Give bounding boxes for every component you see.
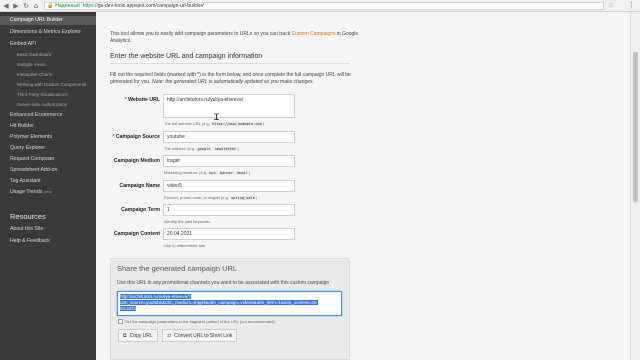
copy-url-button[interactable]: ⧉ Copy URL [118, 329, 158, 342]
sidebar-item-campaign-url-builder[interactable]: Campaign URL Builder [0, 16, 96, 25]
copy-url-label: Copy URL [129, 332, 153, 339]
campaign-content-input[interactable]: 20.04.2021 [163, 228, 295, 240]
campaign-term-hint: Identify the paid keywords [164, 219, 211, 224]
sidebar-subitem-multiple-views[interactable]: Multiple Views [0, 61, 96, 70]
fragment-checkbox-label: Set the campaign parameters in the fragm… [125, 319, 276, 324]
form-description-line1: Fill out the required fields (marked wit… [110, 72, 351, 78]
back-icon[interactable]: ◀ [2, 2, 10, 10]
share-description: Use this URL in any promotional channels… [117, 280, 330, 286]
sidebar-item-polymer-elements[interactable]: Polymer Elements [0, 133, 96, 142]
sidebar-item-dimensions-metrics-explorer[interactable]: Dimensions & Metrics Explorer [0, 28, 96, 37]
secure-label: Надежный [55, 3, 80, 9]
intro-text-part2: in Google [336, 31, 359, 37]
link-icon: ⇄ [167, 332, 172, 339]
campaign-medium-label: Campaign Medium [113, 158, 160, 164]
sidebar-subitem-server-side-authorization[interactable]: Server-side Authorization [0, 101, 96, 110]
sidebar-item-label: Usage Trends [10, 189, 43, 195]
intro-text-part1: This tool allows you to easily add campa… [110, 31, 291, 37]
generated-url-line2: utm_source=youtube&utm_medium=traget&utm… [120, 300, 318, 305]
text-cursor-icon: Ɪ [214, 113, 220, 123]
sidebar-subitem-interactive-charts[interactable]: Interactive Charts [0, 71, 96, 80]
lock-icon: 🔒 [47, 3, 54, 9]
copy-icon: ⧉ [123, 332, 127, 339]
generated-url-line3: 04.2021 [120, 306, 137, 311]
campaign-name-hint: Product, promo code, or slogan (e.g. spr… [164, 195, 258, 200]
scrollbar-thumb[interactable] [633, 52, 638, 202]
home-icon[interactable]: ⌂ [32, 2, 40, 10]
campaign-name-label: Campaign Name [119, 183, 160, 189]
sidebar-subitem-third-party-visualizations[interactable]: Third Party Visualizations [0, 91, 96, 100]
sidebar-item-tag-assistant[interactable]: Tag Assistant [0, 177, 96, 186]
menu-icon[interactable]: ⋮ [628, 1, 635, 9]
sidebar-subitem-basic-dashboard[interactable]: Basic Dashboard [0, 51, 96, 60]
url-scheme: https:// [82, 3, 98, 9]
form-description-note: Note: the generated URL is automatically… [151, 79, 314, 85]
website-url-label: * Website URL [124, 97, 160, 103]
campaign-term-input[interactable]: 1 [163, 204, 295, 216]
reload-icon[interactable]: ↻ [22, 2, 30, 10]
url-text: ga-dev-tools.appspot.com/campaign-url-bu… [97, 3, 204, 9]
intro-text-line2: Analytics. [110, 38, 132, 44]
address-bar[interactable]: 🔒 Надежный https:// ga-dev-tools.appspot… [44, 2, 604, 10]
campaign-content-label: Campaign Content [113, 231, 160, 237]
sidebar-item-enhanced-ecommerce[interactable]: Enhanced Ecommerce [0, 111, 96, 120]
campaign-medium-hint: Marketing medium: (e.g. cpc, banner, ema… [164, 170, 251, 175]
campaign-medium-input[interactable]: traget [163, 155, 295, 167]
fragment-checkbox[interactable] [118, 319, 123, 324]
divider [110, 63, 350, 64]
form-description-line2: generated for you. Note: the generated U… [110, 79, 314, 85]
bookmark-star-icon[interactable]: ☆ [608, 1, 614, 9]
generated-url-textarea[interactable]: http://architutors.ru/yuliya-elseeva/? u… [117, 291, 342, 316]
forward-icon[interactable]: ▶ [12, 2, 20, 10]
intro-text: This tool allows you to easily add campa… [110, 31, 358, 37]
browser-toolbar: ◀ ▶ ↻ ⌂ 🔒 Надежный https:// ga-dev-tools… [0, 0, 640, 12]
sidebar-item-about[interactable]: About this Site [0, 225, 96, 234]
sidebar-item-usage-trends[interactable]: Usage Trends New! [0, 188, 96, 197]
form-description-text: generated for you. [110, 79, 151, 85]
form-section-title: Enter the website URL and campaign infor… [110, 53, 263, 60]
campaign-source-hint: The referrer: (e.g. google, newsletter) [164, 146, 239, 151]
campaign-source-label: * Campaign Source [112, 134, 160, 140]
campaign-source-input[interactable]: youtube [163, 131, 295, 143]
website-url-input[interactable]: http://architutors.ru/yuliya-elseeva/ [163, 94, 295, 118]
campaign-content-hint: Use to differentiate ads [164, 243, 206, 248]
short-link-label: Convert URL to Short Link [174, 332, 233, 339]
sidebar-item-embed-api[interactable]: Embed API [0, 40, 96, 49]
sidebar-item-request-composer[interactable]: Request Composer [0, 155, 96, 164]
custom-campaigns-link[interactable]: Custom Campaigns [291, 31, 335, 37]
sidebar-item-help-feedback[interactable]: Help & Feedback [0, 237, 96, 246]
campaign-name-input[interactable]: video5 [163, 180, 295, 192]
scrollbar[interactable] [630, 12, 640, 360]
resources-heading: Resources [10, 212, 46, 221]
sidebar-item-query-explorer[interactable]: Query Explorer [0, 144, 96, 153]
campaign-term-label: Campaign Term [121, 207, 160, 213]
screen: ◀ ▶ ↻ ⌂ 🔒 Надежный https:// ga-dev-tools… [0, 0, 640, 360]
generated-url-line1: http://architutors.ru/yuliya-elseeva/? [120, 294, 192, 299]
sidebar: Campaign URL Builder Dimensions & Metric… [0, 12, 96, 360]
sidebar-item-spreadsheet-addon[interactable]: Spreadsheet Add-on [0, 166, 96, 175]
sidebar-subitem-custom-components[interactable]: Working with Custom Components [0, 81, 96, 90]
new-badge: New! [44, 190, 53, 194]
sidebar-item-hit-builder[interactable]: Hit Builder [0, 122, 96, 131]
short-link-button[interactable]: ⇄ Convert URL to Short Link [162, 329, 238, 342]
share-title: Share the generated campaign URL [117, 264, 238, 273]
